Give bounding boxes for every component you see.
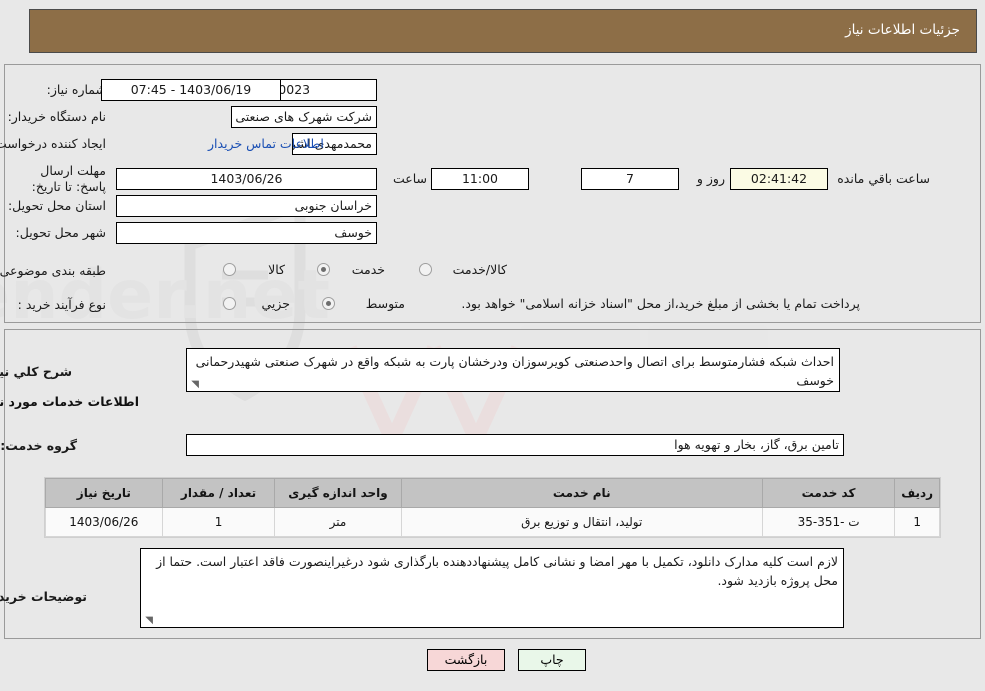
deadline-hour: 11:00 xyxy=(431,168,529,190)
service-group-label: گروه خدمت: xyxy=(0,438,77,453)
buyer-contact-link[interactable]: اطلاعات تماس خریدار xyxy=(208,136,324,151)
process-radio-motavaset[interactable] xyxy=(322,297,335,310)
need-info-panel xyxy=(4,64,981,323)
process-label-motavaset: متوسط xyxy=(365,296,405,311)
category-label-kala: کالا xyxy=(268,262,285,277)
category-radio-khedmat[interactable] xyxy=(317,263,330,276)
cell-quantity: 1 xyxy=(161,507,276,537)
cell-name: تولید، انتقال و توزیع برق xyxy=(400,507,763,537)
description-text: احداث شبکه فشارمتوسط برای اتصال واحدصنعت… xyxy=(195,354,834,388)
deadline-hour-label: ساعت xyxy=(392,171,427,186)
cell-code: ت -351-35 xyxy=(761,507,896,537)
requester-label: ایجاد کننده درخواست: xyxy=(0,136,106,151)
days-label: روز و xyxy=(696,171,725,186)
time-remaining-label: ساعت باقي مانده xyxy=(837,171,930,186)
need-number-label: شماره نیاز: xyxy=(46,82,106,97)
category-label-khedmat: خدمت xyxy=(351,262,385,277)
services-section-heading: اطلاعات خدمات مورد نیاز xyxy=(0,394,139,409)
buyer-notes-text: لازم است کلیه مدارک دانلود، تکمیل با مهر… xyxy=(156,554,838,588)
cell-index: 1 xyxy=(894,507,940,537)
category-radio-kala-khedmat[interactable] xyxy=(419,263,432,276)
buyer-notes-textarea[interactable]: لازم است کلیه مدارک دانلود، تکمیل با مهر… xyxy=(140,548,844,628)
days-remaining: 7 xyxy=(581,168,679,190)
cell-need-date: 1403/06/26 xyxy=(45,507,163,537)
process-label: نوع فرآیند خرید : xyxy=(17,297,106,312)
col-quantity: تعداد / مقدار xyxy=(161,478,276,508)
col-name: نام خدمت xyxy=(400,478,763,508)
services-table: ردیف کد خدمت نام خدمت واحد اندازه گیری ت… xyxy=(45,478,940,537)
process-label-jozi: جزیي xyxy=(261,296,290,311)
back-button[interactable]: بازگشت xyxy=(427,649,505,671)
city-label: شهر محل تحویل: xyxy=(15,225,106,240)
col-need-date: تاریخ نیاز xyxy=(45,478,163,508)
service-group-value: تامین برق، گاز، بخار و تهویه هوا xyxy=(186,434,844,456)
buyer-org-label: نام دستگاه خریدار: xyxy=(7,109,106,124)
resize-grip-icon-notes[interactable]: ◥ xyxy=(143,616,153,626)
resize-grip-icon[interactable]: ◥ xyxy=(189,380,199,390)
buyer-org-value: شرکت شهرک های صنعتی استان خراسان جنوبی xyxy=(231,106,377,128)
city-value: خوسف xyxy=(116,222,377,244)
cell-unit: متر xyxy=(274,507,402,537)
col-unit: واحد اندازه گیری xyxy=(274,478,402,508)
process-radio-jozi[interactable] xyxy=(223,297,236,310)
page-title: جزئیات اطلاعات نیاز xyxy=(845,22,960,38)
table-row: 1 ت -351-35 تولید، انتقال و توزیع برق مت… xyxy=(45,507,940,537)
public-announce-value: 1403/06/19 - 07:45 xyxy=(101,79,281,101)
deadline-date: 1403/06/26 xyxy=(116,168,377,190)
print-button[interactable]: چاپ xyxy=(518,649,586,671)
category-label: طبقه بندی موضوعی: xyxy=(0,263,106,278)
buyer-notes-label: توضیحات خریدار: xyxy=(0,589,87,604)
deadline-label: مهلت ارسال پاسخ: تا تاریخ: xyxy=(31,163,106,194)
category-label-kala-khedmat: کالا/خدمت xyxy=(452,262,507,277)
page-header-bar: جزئیات اطلاعات نیاز xyxy=(29,9,977,53)
col-index: ردیف xyxy=(894,478,940,508)
province-value: خراسان جنوبی xyxy=(116,195,377,217)
province-label: استان محل تحویل: xyxy=(7,198,106,213)
description-textarea[interactable]: احداث شبکه فشارمتوسط برای اتصال واحدصنعت… xyxy=(186,348,840,392)
col-code: کد خدمت xyxy=(761,478,896,508)
page-root: AriaTender.net جزئیات اطلاعات نیاز شماره… xyxy=(0,0,985,691)
category-radio-kala[interactable] xyxy=(223,263,236,276)
time-remaining: 02:41:42 xyxy=(730,168,828,190)
treasury-note: پرداخت تمام یا بخشی از مبلغ خرید،از محل … xyxy=(461,296,860,311)
description-label: شرح کلي نیاز: xyxy=(0,364,72,379)
table-header-row: ردیف کد خدمت نام خدمت واحد اندازه گیری ت… xyxy=(45,478,940,508)
